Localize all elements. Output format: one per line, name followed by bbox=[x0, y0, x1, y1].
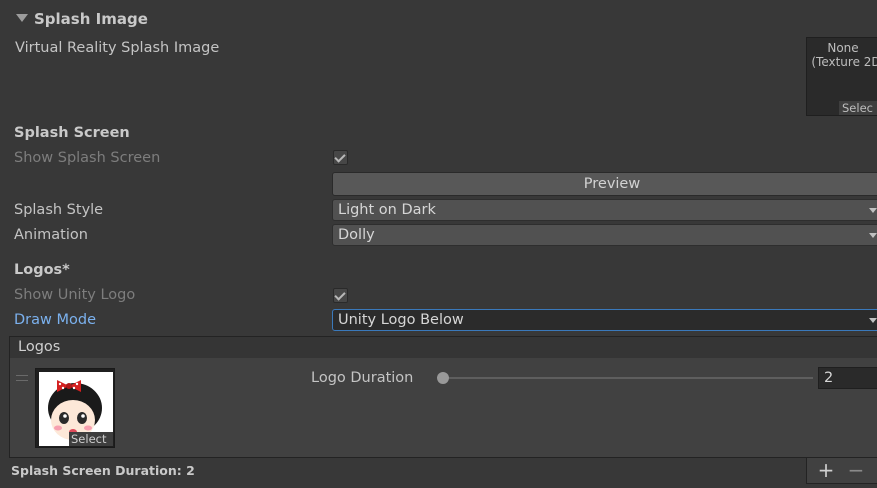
logo-duration-field[interactable]: 2 bbox=[818, 367, 877, 389]
drag-handle-icon[interactable] bbox=[16, 375, 28, 381]
show-unity-logo-checkbox[interactable] bbox=[333, 288, 348, 303]
texture-select-button[interactable]: Selec bbox=[839, 101, 877, 115]
checkmark-icon bbox=[334, 151, 346, 163]
logo-select-button[interactable]: Select bbox=[69, 432, 113, 446]
checkmark-icon bbox=[334, 289, 346, 301]
splash-style-value: Light on Dark bbox=[338, 202, 436, 218]
preview-button[interactable]: Preview bbox=[332, 172, 877, 196]
show-splash-screen-checkbox[interactable] bbox=[333, 150, 348, 165]
chevron-down-icon bbox=[869, 208, 877, 213]
chevron-down-icon bbox=[869, 233, 877, 238]
show-unity-logo-label: Show Unity Logo bbox=[14, 287, 136, 303]
add-logo-button[interactable]: + bbox=[816, 459, 836, 481]
draw-mode-value: Unity Logo Below bbox=[338, 312, 464, 328]
texture-slot-none-text: None bbox=[827, 41, 859, 55]
animation-value: Dolly bbox=[338, 227, 375, 243]
logo-duration-label: Logo Duration bbox=[311, 370, 414, 386]
vr-splash-texture-slot[interactable]: None (Texture 2D Selec bbox=[806, 37, 877, 116]
splash-style-label: Splash Style bbox=[14, 202, 104, 218]
show-splash-screen-label: Show Splash Screen bbox=[14, 150, 161, 166]
remove-logo-button[interactable]: − bbox=[846, 459, 866, 481]
logos-list-header: Logos bbox=[9, 336, 877, 359]
texture-slot-type-text: (Texture 2D bbox=[811, 55, 877, 69]
vr-splash-image-label: Virtual Reality Splash Image bbox=[15, 40, 220, 56]
draw-mode-label: Draw Mode bbox=[14, 312, 96, 328]
logo-sprite-slot[interactable]: Select bbox=[35, 368, 115, 448]
logos-heading: Logos* bbox=[14, 262, 70, 278]
logo-duration-slider-track[interactable] bbox=[443, 377, 813, 379]
chevron-down-icon bbox=[869, 318, 877, 323]
foldout-triangle-icon[interactable] bbox=[16, 14, 28, 22]
splash-screen-heading: Splash Screen bbox=[14, 125, 130, 141]
splash-style-dropdown[interactable]: Light on Dark bbox=[332, 199, 877, 221]
animation-label: Animation bbox=[14, 227, 88, 243]
logo-duration-slider-thumb[interactable] bbox=[437, 372, 449, 384]
animation-dropdown[interactable]: Dolly bbox=[332, 224, 877, 246]
splash-duration-text: Splash Screen Duration: 2 bbox=[11, 463, 195, 478]
section-title: Splash Image bbox=[34, 10, 148, 28]
draw-mode-dropdown[interactable]: Unity Logo Below bbox=[332, 309, 877, 331]
